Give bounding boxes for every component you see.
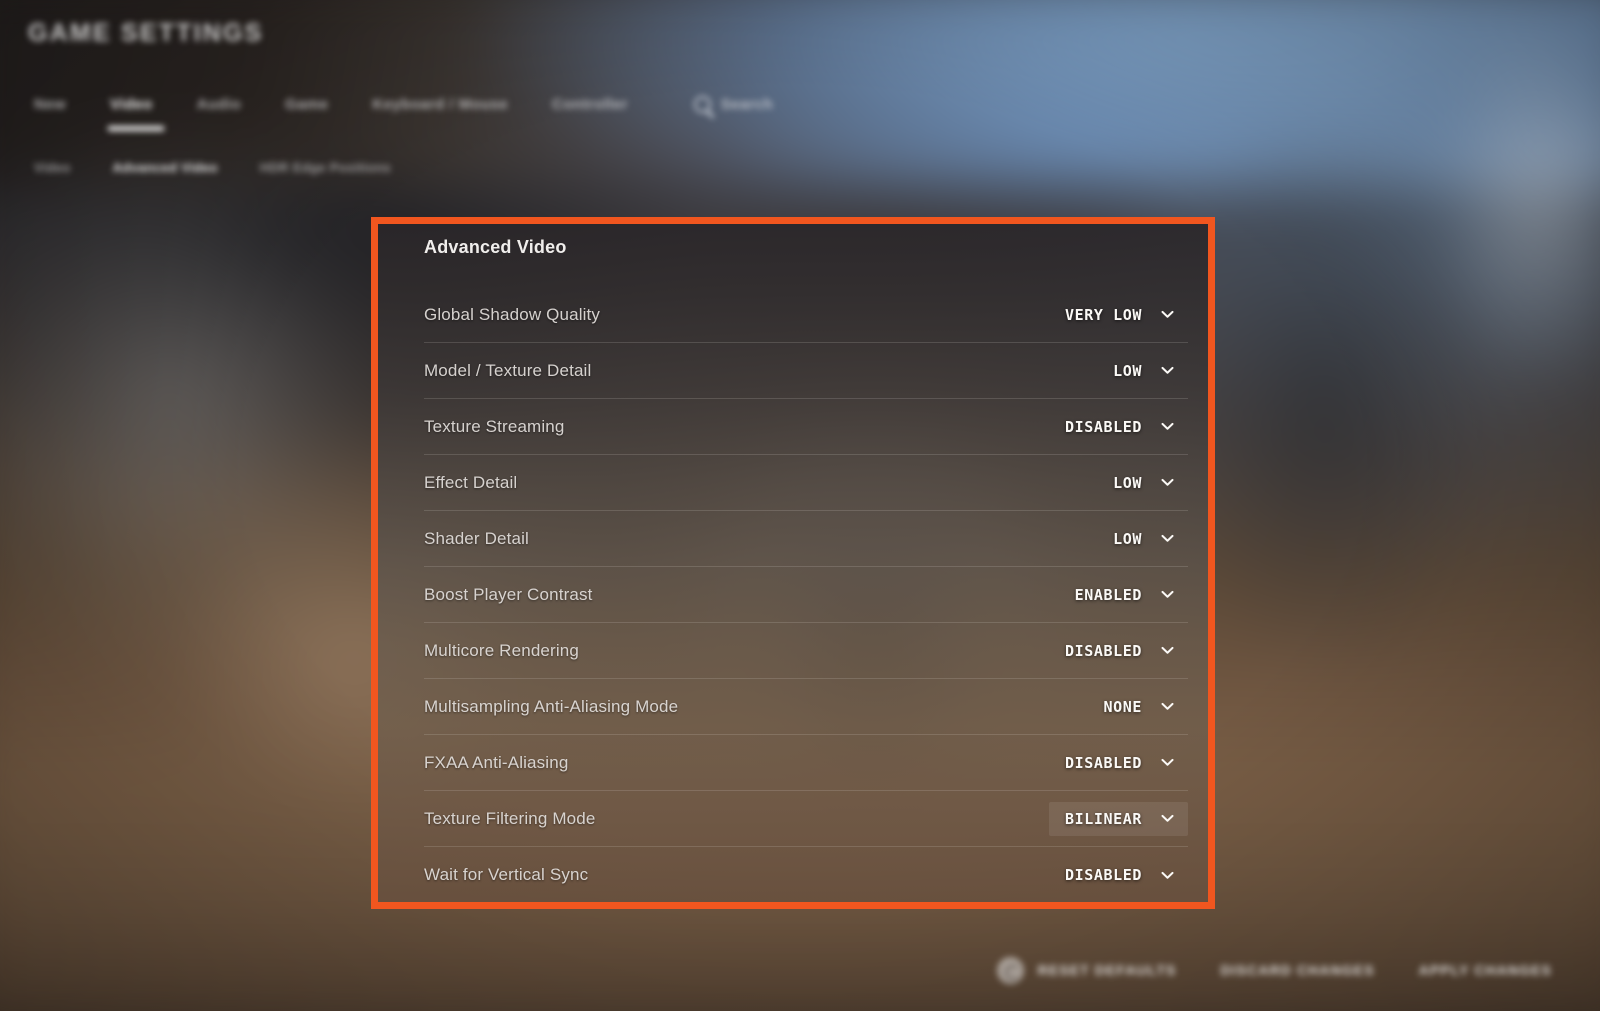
search-icon [693, 96, 711, 113]
action-bar: RESET DEFAULTS DISCARD CHANGES APPLY CHA… [0, 929, 1600, 1011]
reset-defaults-label: RESET DEFAULTS [1037, 962, 1177, 978]
sub-tab-bar: Video Advanced Video HDR Edge Positions [34, 160, 433, 175]
subtab-video[interactable]: Video [34, 160, 71, 175]
reset-icon [996, 956, 1024, 984]
tab-new[interactable]: New [34, 96, 66, 113]
apply-changes-button[interactable]: APPLY CHANGES [1419, 962, 1552, 978]
discard-changes-button[interactable]: DISCARD CHANGES [1220, 962, 1374, 978]
apply-changes-label: APPLY CHANGES [1418, 962, 1552, 978]
reset-defaults-button[interactable]: RESET DEFAULTS [996, 956, 1177, 984]
page-title: GAME SETTINGS [28, 19, 264, 47]
tab-game[interactable]: Game [285, 96, 328, 113]
subtab-hdr-edge-positions[interactable]: HDR Edge Positions [260, 160, 391, 175]
main-tab-bar: New Video Audio Game Keyboard / Mouse Co… [34, 96, 774, 131]
settings-header: GAME SETTINGS New Video Audio Game Keybo… [0, 0, 1600, 200]
subtab-advanced-video[interactable]: Advanced Video [113, 160, 218, 175]
tab-controller[interactable]: Controller [552, 96, 628, 113]
search-tab[interactable]: Search [693, 96, 774, 113]
search-label: Search [720, 96, 774, 113]
highlight-outline [371, 217, 1215, 909]
tab-video[interactable]: Video [108, 96, 164, 131]
tab-audio[interactable]: Audio [197, 96, 242, 113]
discard-changes-label: DISCARD CHANGES [1220, 962, 1375, 978]
tab-keyboard-mouse[interactable]: Keyboard / Mouse [372, 96, 508, 113]
